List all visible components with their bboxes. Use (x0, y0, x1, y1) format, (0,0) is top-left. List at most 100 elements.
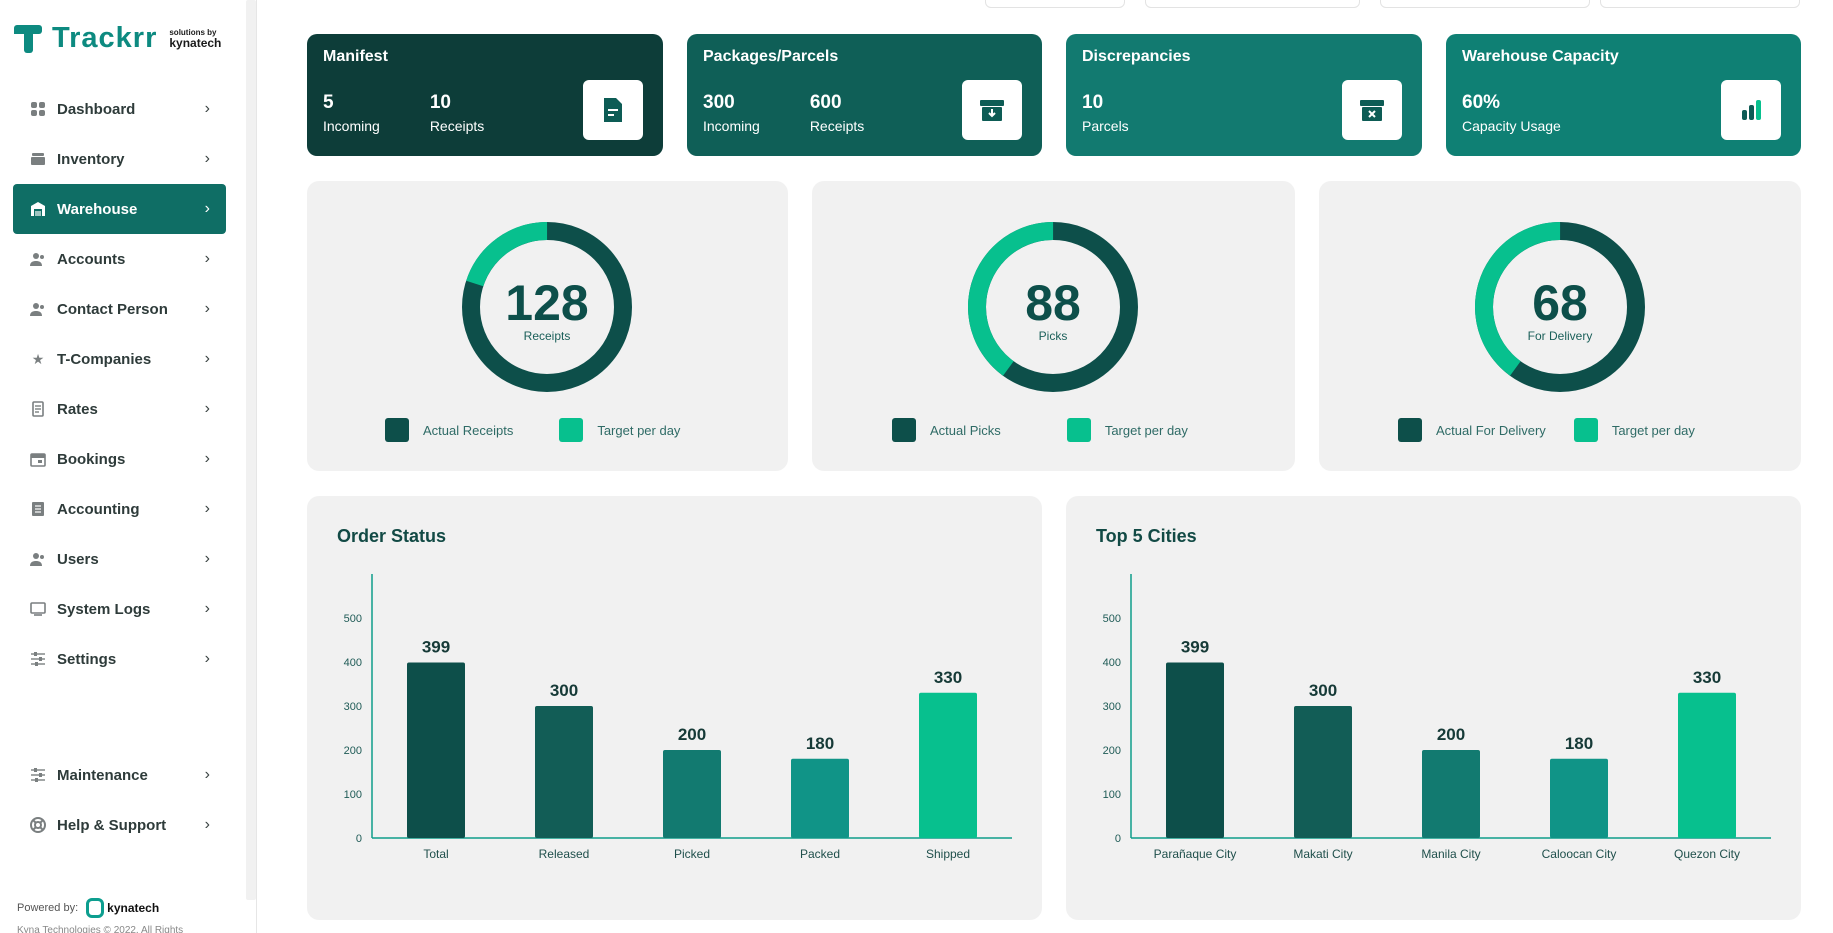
legend-item-target: Target per day (1573, 418, 1695, 442)
stat-card-title: Discrepancies (1082, 48, 1191, 65)
y-tick-label: 400 (344, 657, 362, 669)
x-tick-label: Packed (800, 847, 840, 861)
legend-label: Target per day (1611, 422, 1695, 438)
chevron-right-icon: › (204, 400, 210, 417)
sidebar-item-users[interactable]: Users › (13, 534, 226, 584)
bar (1678, 692, 1736, 838)
legend-label: Actual For Delivery (1436, 422, 1546, 438)
inventory-icon (29, 150, 47, 168)
legend-item-target: Target per day (559, 418, 680, 442)
kynatech-logo-icon (86, 898, 105, 918)
brand-sub-line2: kynatech (169, 35, 222, 50)
donut-legend: Actual For Delivery Target per day (1398, 418, 1727, 442)
sidebar-scrollbar[interactable] (246, 0, 256, 900)
sidebar-item-label: Bookings (57, 450, 126, 468)
sidebar-item-bookings[interactable]: Bookings › (13, 434, 226, 484)
chevron-right-icon: › (204, 550, 210, 567)
bar (1550, 758, 1608, 838)
chevron-right-icon: › (204, 650, 210, 667)
y-tick-label: 100 (1103, 789, 1121, 801)
stat-value: 300 (703, 92, 735, 113)
sidebar-item-system-logs[interactable]: System Logs › (13, 584, 226, 634)
stat-metric: 5 Incoming (323, 92, 380, 134)
legend-swatch (385, 418, 409, 442)
monitor-icon (29, 600, 47, 618)
stat-metric: 60% Capacity Usage (1462, 92, 1561, 134)
stat-card-manifest[interactable]: Manifest 5 Incoming 10 Receipts (307, 34, 663, 156)
sidebar-item-label: Accounts (57, 250, 126, 268)
x-tick-label: Caloocan City (1542, 847, 1617, 861)
chart-panel-top-cities: Top 5 Cities 0 100 200 300 400 500 399 Parañaqu… (1066, 496, 1801, 920)
sidebar-item-t-companies[interactable]: ★ T-Companies › (13, 334, 226, 384)
sidebar-item-warehouse[interactable]: Warehouse › (13, 184, 226, 234)
donut-panel-picks: 88 Picks Actual Picks Target per day (812, 181, 1295, 471)
donut-label: Picks (1038, 329, 1068, 343)
topbar-control[interactable] (985, 0, 1125, 8)
y-tick-label: 300 (1103, 701, 1121, 713)
bar-value-label: 330 (934, 668, 962, 687)
sidebar-item-accounts[interactable]: Accounts › (13, 234, 226, 284)
topbar-control[interactable] (1600, 0, 1800, 8)
brand-logo[interactable]: Trackrr solutions by kynatech (14, 20, 221, 56)
chevron-right-icon: › (204, 450, 210, 467)
sidebar-item-label: Settings (57, 650, 117, 668)
sidebar-item-inventory[interactable]: Inventory › (13, 134, 226, 184)
y-tick-label: 0 (1115, 833, 1121, 845)
powered-by-brand[interactable]: kynatech (86, 898, 159, 918)
archive-download-icon (962, 80, 1022, 140)
sidebar-item-rates[interactable]: Rates › (13, 384, 226, 434)
sidebar-item-help-support[interactable]: Help & Support › (13, 800, 226, 850)
sidebar-item-maintenance[interactable]: Maintenance › (13, 750, 226, 800)
sidebar-item-accounting[interactable]: Accounting › (13, 484, 226, 534)
contact-person-icon (29, 300, 47, 318)
sidebar-item-settings[interactable]: Settings › (13, 634, 226, 684)
bar-value-label: 399 (1181, 637, 1209, 656)
stat-card-title: Packages/Parcels (703, 48, 839, 65)
legend-label: Target per day (597, 422, 681, 438)
bar-value-label: 180 (1565, 734, 1593, 753)
sidebar-nav-bottom: Maintenance › Help & Support › (13, 750, 226, 850)
x-tick-label: Picked (674, 847, 710, 861)
legend-item-actual: Actual For Delivery (1398, 418, 1546, 442)
sidebar-item-label: Help & Support (57, 816, 167, 834)
stat-label: Receipts (429, 118, 485, 134)
calendar-icon (29, 450, 47, 468)
x-tick-label: Parañaque City (1154, 847, 1237, 861)
stat-card-warehouse-capacity[interactable]: Warehouse Capacity 60% Capacity Usage (1446, 34, 1801, 156)
sidebar-item-label: Users (57, 550, 99, 568)
stat-metric: 300 Incoming (703, 92, 760, 134)
x-tick-label: Total (423, 847, 448, 861)
bar-chart-icon (1721, 80, 1781, 140)
stat-value: 60% (1462, 92, 1501, 113)
y-tick-label: 400 (1103, 657, 1121, 669)
donut-value: 128 (505, 275, 589, 331)
stat-card-discrepancies[interactable]: Discrepancies 10 Parcels (1066, 34, 1422, 156)
chevron-right-icon: › (204, 150, 210, 167)
stat-label: Incoming (323, 118, 380, 134)
bar (663, 750, 721, 838)
bar-value-label: 200 (1437, 725, 1465, 744)
bar-value-label: 300 (1309, 681, 1337, 700)
stat-label: Receipts (809, 118, 865, 134)
bar (919, 692, 977, 838)
sidebar-item-contact-person[interactable]: Contact Person › (13, 284, 226, 334)
donut-label: For Delivery (1527, 329, 1593, 343)
stat-card-packages[interactable]: Packages/Parcels 300 Incoming 600 Receip… (687, 34, 1042, 156)
sidebar: Trackrr solutions by kynatech Dashboard … (0, 0, 245, 933)
star-icon: ★ (31, 350, 45, 367)
topbar-control[interactable] (1145, 0, 1360, 8)
stat-value: 10 (429, 92, 451, 113)
stat-label: Incoming (703, 118, 760, 134)
y-tick-label: 500 (1103, 613, 1121, 625)
sidebar-item-label: Rates (57, 400, 98, 418)
stat-metric: 10 Parcels (1082, 92, 1129, 134)
topbar-control[interactable] (1380, 0, 1590, 8)
x-tick-label: Released (539, 847, 590, 861)
donut-panel-receipts: 128 Receipts Actual Receipts Target per … (307, 181, 788, 471)
sidebar-item-dashboard[interactable]: Dashboard › (13, 84, 226, 134)
chevron-right-icon: › (204, 816, 210, 833)
sidebar-item-label: Dashboard (57, 100, 136, 118)
y-tick-label: 200 (1103, 745, 1121, 757)
legend-swatch (1573, 418, 1598, 442)
rates-icon (29, 400, 47, 418)
